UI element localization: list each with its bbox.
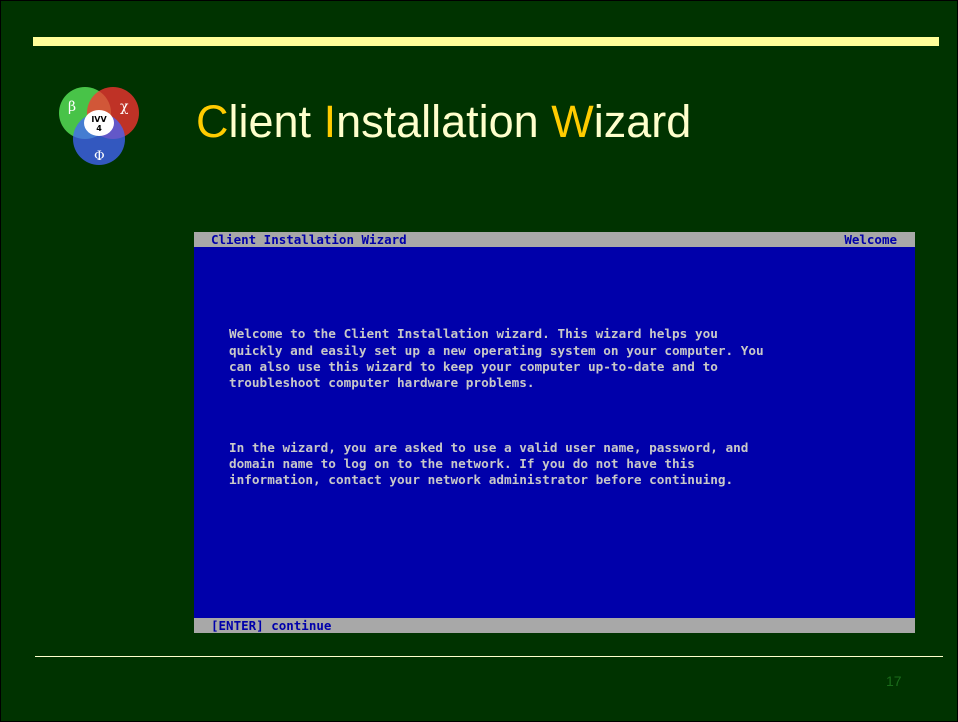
welcome-paragraph: Welcome to the Client Installation wizar… [229, 326, 764, 391]
credentials-paragraph: In the wizard, you are asked to use a va… [229, 439, 749, 488]
top-accent-bar [33, 37, 939, 46]
logo-symbol-chi: χ [120, 99, 129, 115]
logo-center-text: IVV [91, 115, 107, 124]
console-body-text: Welcome to the Client Installation wizar… [229, 294, 909, 537]
console-footer-bar: [ENTER] continue [194, 618, 915, 633]
ivv-logo: β χ Φ IVV 4 [59, 87, 139, 165]
title-accent-letter: C [196, 96, 229, 147]
console-header-title: Client Installation Wizard [211, 232, 407, 247]
title-text-segment: nstallation [336, 96, 552, 147]
page-number: 17 [886, 673, 902, 689]
title-accent-letter: W [551, 96, 594, 147]
title-accent-letter: I [323, 96, 337, 147]
title-text-segment: izard [593, 96, 692, 147]
slide-title: Client Installation Wizard [196, 96, 691, 156]
slide: β χ Φ IVV 4 Client Installation Wizard C… [0, 0, 958, 722]
footer-divider [35, 656, 943, 657]
console-header-bar: Client Installation Wizard Welcome [194, 232, 915, 247]
logo-symbol-phi: Φ [94, 149, 105, 164]
installer-console: Client Installation Wizard Welcome Welco… [194, 232, 915, 633]
logo-symbol-beta: β [68, 99, 76, 115]
title-text-segment: lient [228, 96, 324, 147]
enter-continue-hint[interactable]: [ENTER] continue [211, 618, 331, 633]
logo-center-number: 4 [96, 124, 102, 133]
console-header-status: Welcome [844, 232, 897, 247]
